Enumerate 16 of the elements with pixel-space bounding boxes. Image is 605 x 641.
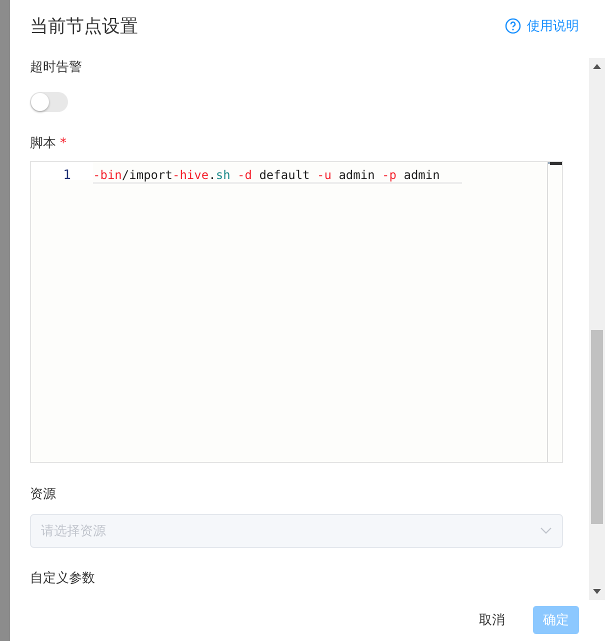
field-label: 脚本	[30, 135, 56, 153]
code-editor[interactable]: 1 -bin/import-hive.sh -d default -u admin -p admin	[30, 161, 563, 463]
field-label: 超时告警	[30, 59, 83, 77]
help-icon	[505, 18, 521, 34]
chevron-down-icon	[540, 527, 552, 535]
field-label: 资源	[30, 486, 57, 504]
dialog-title: 当前节点设置	[30, 15, 138, 38]
cancel-button[interactable]: 取消	[469, 606, 515, 634]
line-number: 1	[63, 168, 72, 183]
help-link[interactable]: 使用说明	[505, 17, 579, 35]
required-mark: *	[60, 135, 66, 153]
scroll-down-icon	[593, 589, 601, 594]
toggle-switch[interactable]	[30, 92, 68, 112]
code-line: -bin/import-hive.sh -d default -u admin -p admin	[93, 168, 462, 184]
field-label: 自定义参数	[30, 570, 96, 588]
scroll-up-icon	[593, 64, 601, 69]
